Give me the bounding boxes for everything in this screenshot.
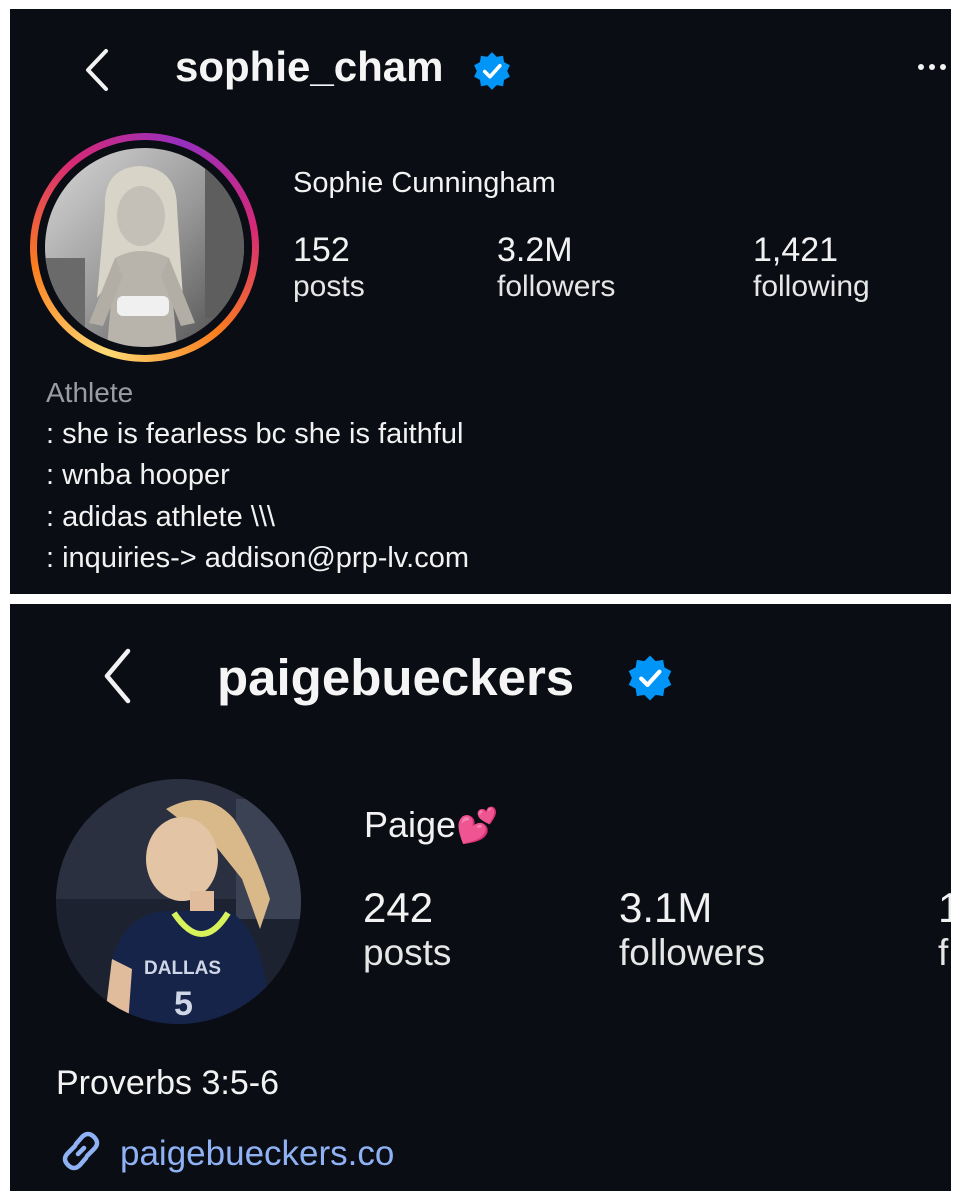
posts-label: posts [363,932,452,973]
followers-count: 3.1M [619,884,713,931]
profile-link[interactable]: paigebueckers.co [56,1126,394,1181]
following-stat[interactable]: 1 f [938,884,951,974]
profile-username: paigebueckers [217,649,575,706]
verified-badge-icon [471,50,513,92]
following-stat[interactable]: 1,421 following [753,231,870,304]
following-label: following [753,270,870,303]
verified-badge-icon [625,653,675,703]
avatar[interactable]: DALLAS 5 [56,779,301,1024]
posts-count: 152 [293,231,350,269]
profile-username: sophie_cham [175,43,444,90]
display-name-text: Paige [364,804,457,845]
bio-line: Proverbs 3:5-6 [56,1064,279,1102]
more-options-icon[interactable] [916,62,948,72]
followers-stat[interactable]: 3.1M followers [619,884,765,974]
bio-line: : adidas athlete \\\ [46,501,275,533]
following-count: 1,421 [753,231,839,269]
following-count: 1 [938,884,951,931]
posts-stat[interactable]: 242 posts [363,884,451,974]
posts-stat[interactable]: 152 posts [293,231,365,304]
bio-line: : inquiries-> addison@prp-lv.com [46,542,469,574]
followers-stat[interactable]: 3.2M followers [497,231,615,304]
followers-count: 3.2M [497,231,573,269]
jersey-text: DALLAS [144,958,221,979]
link-text[interactable]: paigebueckers.co [120,1134,394,1174]
profile-category: Athlete [46,377,134,408]
two-hearts-emoji: 💕 [456,807,499,845]
profile-display-name: Sophie Cunningham [293,167,556,199]
profile-panel-sophie: sophie_cham Sophie Cunningham 152 posts … [10,9,951,594]
profile-panel-paige: paigebueckers DALLAS 5 Paige💕 242 posts [10,604,951,1191]
posts-count: 242 [363,884,434,931]
back-chevron-icon[interactable] [100,646,134,706]
back-chevron-icon[interactable] [82,47,112,93]
following-label: f [938,932,949,973]
bio-line: : she is fearless bc she is faithful [46,418,464,450]
bio-line: : wnba hooper [46,459,230,491]
posts-label: posts [293,270,365,303]
jersey-number: 5 [174,985,193,1023]
followers-label: followers [619,932,765,973]
avatar[interactable] [45,148,244,347]
link-icon [56,1126,106,1181]
followers-label: followers [497,270,616,303]
profile-display-name: Paige💕 [364,804,498,846]
